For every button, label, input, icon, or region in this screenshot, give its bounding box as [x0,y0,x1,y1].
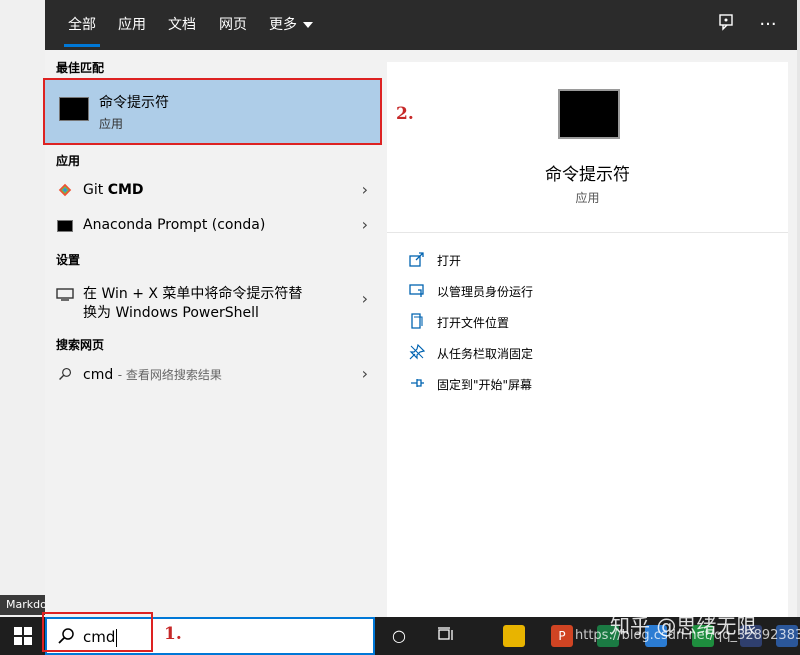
unpin-taskbar-icon [409,344,425,360]
setting-item-line1: 在 Win + X 菜单中将命令提示符替 [83,286,303,302]
app-item-anaconda-prompt[interactable]: Anaconda Prompt (conda) › [45,215,380,239]
annotation-highlight-box [43,78,382,145]
pin-start-icon [411,379,424,387]
web-search-item[interactable]: cmd - 查看网络搜索结果 › [45,364,380,388]
preview-subtitle: 应用 [575,191,600,205]
chevron-right-icon[interactable]: › [362,289,368,308]
tab-documents[interactable]: 文档 [168,14,196,34]
chevron-down-icon [303,22,313,28]
setting-item-line2: 换为 Windows PowerShell [83,305,259,321]
app-item-label-bold: CMD [107,182,144,198]
action-label: 打开 [437,254,462,268]
git-cmd-icon [58,183,72,197]
annotation-step-2: 2. [396,104,414,124]
tab-more[interactable]: 更多 [269,14,313,34]
watermark-url: https://blog.csdn.net/qq_32892383 [575,628,800,643]
section-apps: 应用 [56,154,81,168]
windows-start-icon[interactable] [14,627,32,645]
tab-apps[interactable]: 应用 [118,14,146,34]
start-search-panel: 全部 应用 文档 网页 更多 ··· 最佳匹配 命令提示符 应用 应用 Git … [43,0,797,617]
preview-title: 命令提示符 [545,165,630,185]
more-options-icon[interactable]: ··· [756,13,780,37]
file-explorer-icon[interactable] [503,625,525,647]
chevron-right-icon[interactable]: › [362,215,368,234]
chevron-right-icon[interactable]: › [362,180,368,199]
task-view-icon[interactable] [435,626,455,646]
tab-web[interactable]: 网页 [219,14,247,34]
background-window: Markdo [0,0,46,617]
best-match-item[interactable]: 命令提示符 应用 [43,78,382,145]
app-item-label: Anaconda Prompt (conda) [83,217,266,233]
background-window-label: Markdo [0,595,45,615]
app-item-git-cmd[interactable]: Git CMD › [45,180,380,204]
search-icon [59,367,72,380]
action-label: 打开文件位置 [437,316,510,330]
section-best-match: 最佳匹配 [56,61,105,75]
action-label: 以管理员身份运行 [437,285,534,299]
search-filter-bar: 全部 应用 文档 网页 更多 ··· [45,0,797,50]
command-prompt-large-icon [558,89,620,139]
cortana-icon[interactable]: ○ [389,626,409,646]
setting-item-winx-powershell[interactable]: 在 Win + X 菜单中将命令提示符替 换为 Windows PowerShe… [45,279,380,323]
preview-pane: 命令提示符 应用 打开 以管理员身份运行 打开文件位置 从任务栏取消固定 固定到… [387,62,788,617]
web-search-hint: - 查看网络搜索结果 [117,368,222,382]
action-label: 从任务栏取消固定 [437,347,534,361]
tab-all[interactable]: 全部 [64,14,100,47]
section-search-web: 搜索网页 [56,338,105,352]
powerpoint-icon[interactable]: P [551,625,573,647]
file-location-icon [411,313,423,329]
app-item-label: Git [83,182,104,198]
section-settings: 设置 [56,253,81,267]
open-icon [409,252,424,267]
tab-more-label: 更多 [269,17,297,33]
annotation-highlight-box [42,612,153,652]
results-list: 最佳匹配 命令提示符 应用 应用 Git CMD › Anaconda Prom… [43,50,385,617]
chevron-right-icon[interactable]: › [362,364,368,383]
annotation-step-1: 1. [164,624,182,644]
divider [387,232,788,233]
web-search-query: cmd [83,367,114,383]
action-label: 固定到"开始"屏幕 [437,378,533,392]
feedback-icon[interactable] [715,13,739,37]
run-as-admin-icon [409,284,424,297]
monitor-icon [56,288,74,301]
anaconda-prompt-icon [57,220,73,232]
